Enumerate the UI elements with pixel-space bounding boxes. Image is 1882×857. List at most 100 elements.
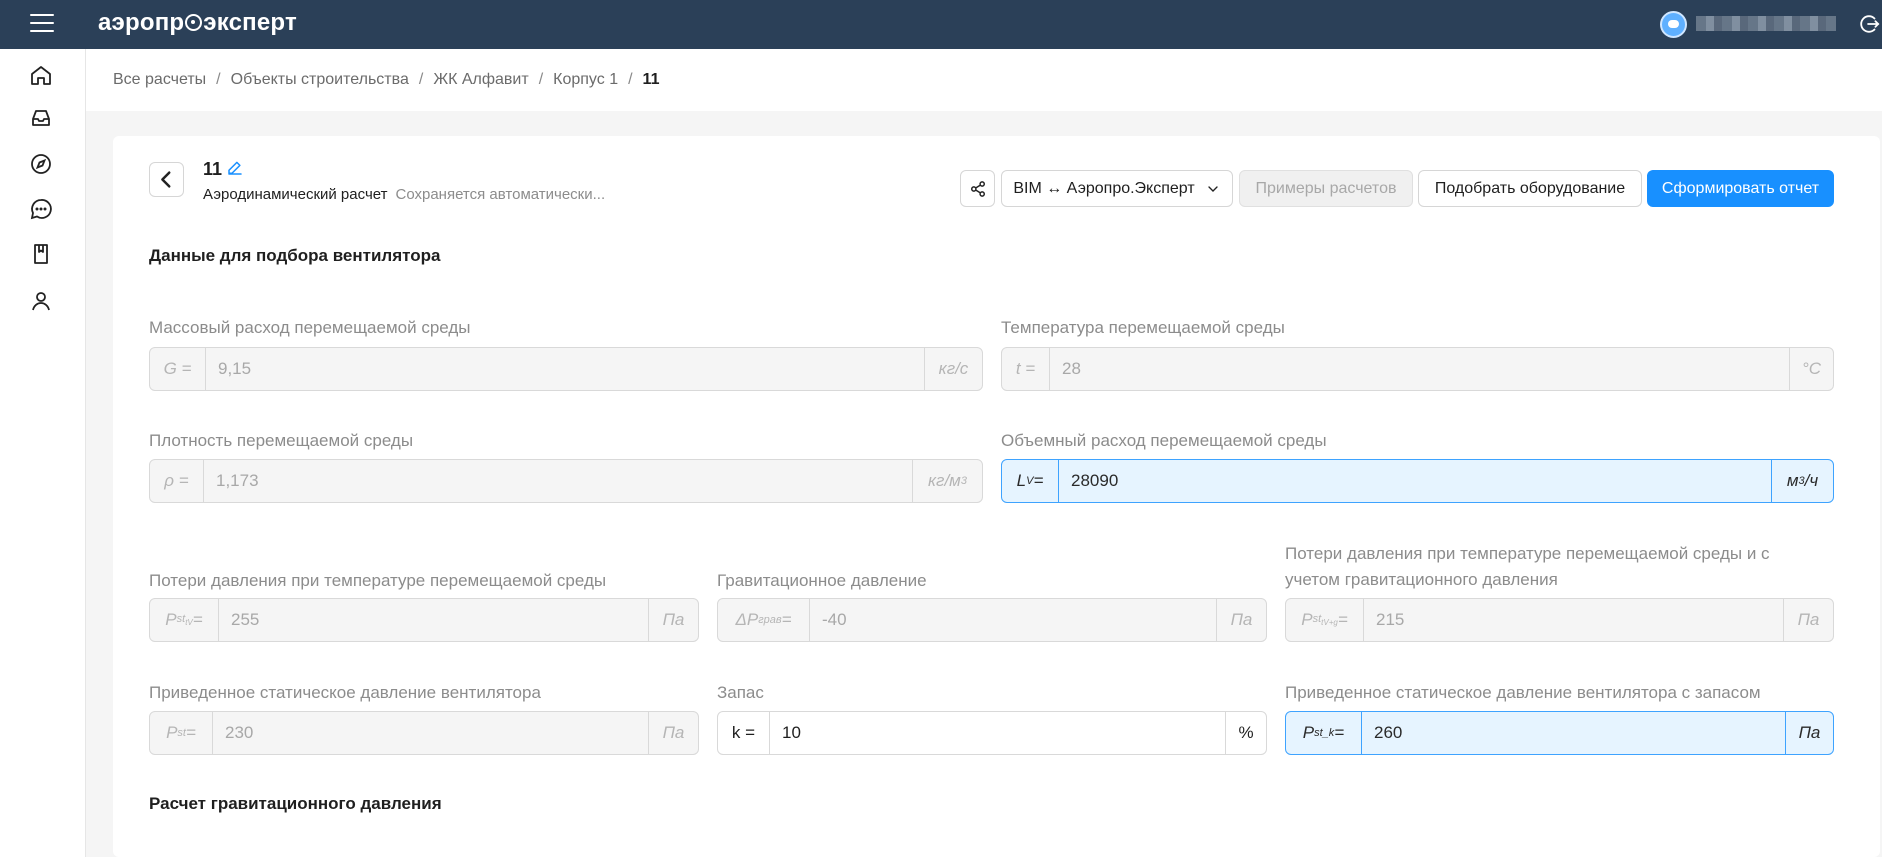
pressure-loss-grav-prefix: PsttV+g = — [1286, 599, 1364, 641]
logo-text-end: эксперт — [203, 9, 297, 36]
reduced-static-prefix-sub: st — [177, 727, 186, 739]
bim-dropdown[interactable]: BIM ↔ Аэропро.Эксперт — [1001, 170, 1233, 207]
pressure-loss-prefix-subsub: tV — [185, 618, 193, 628]
user-name-redacted[interactable] — [1696, 16, 1836, 31]
volume-flow-prefix-eq: = — [1033, 471, 1044, 490]
pressure-loss-grav-prefix-eq: = — [1337, 610, 1348, 629]
breadcrumb-bar: Все расчеты / Объекты строительства / ЖК… — [86, 49, 1882, 111]
sidebar — [0, 49, 86, 857]
pressure-loss-field: PsttV = 255 Па — [149, 598, 699, 642]
grav-pressure-label: Гравитационное давление — [717, 571, 927, 590]
breadcrumb-objects[interactable]: Объекты строительства — [231, 71, 409, 89]
pressure-loss-grav-prefix-sub: sttV+g — [1313, 613, 1338, 627]
temperature-value: 28 — [1062, 359, 1081, 378]
margin-input[interactable]: 10 — [770, 712, 1225, 754]
grav-pressure-value: -40 — [822, 610, 847, 629]
grav-pressure-unit: Па — [1216, 599, 1266, 641]
grav-pressure-prefix: ΔP грав = — [718, 599, 810, 641]
reduced-static-margin-value[interactable]: 260 — [1362, 712, 1785, 754]
reduced-static-field: Pst = 230 Па — [149, 711, 699, 755]
menu-icon[interactable] — [30, 14, 54, 34]
pressure-loss-prefix-eq: = — [192, 610, 203, 629]
reduced-static-margin-label: Приведенное статическое давление вентиля… — [1285, 683, 1761, 702]
app-logo[interactable]: аэропр эксперт — [98, 9, 297, 37]
reduced-static-margin-prefix-eq: = — [1334, 723, 1345, 742]
grav-pressure-prefix-sub: грав — [758, 614, 782, 626]
volume-flow-unit-tail: /ч — [1804, 471, 1819, 490]
breadcrumb-complex[interactable]: ЖК Алфавит — [433, 71, 528, 89]
chevron-down-icon — [1208, 185, 1218, 192]
top-bar: аэропр эксперт — [0, 0, 1882, 49]
density-unit-base: кг/м — [928, 471, 961, 490]
pressure-loss-prefix-sub: sttV — [177, 613, 193, 627]
mass-flow-label: Массовый расход перемещаемой среды — [149, 318, 471, 337]
reduced-static-margin-prefix: Pst_k = — [1286, 712, 1362, 754]
reduced-static-margin-prefix-base: P — [1302, 723, 1315, 742]
pressure-loss-value: 255 — [231, 610, 260, 629]
pressure-loss-grav-label: Потери давления при температуре перемеща… — [1285, 544, 1770, 589]
volume-flow-prefix-sub: V — [1026, 475, 1034, 487]
user-avatar[interactable] — [1660, 11, 1687, 38]
page-title: 11 — [203, 159, 223, 179]
mass-flow-unit: кг/с — [924, 348, 982, 390]
examples-button[interactable]: Примеры расчетов — [1239, 170, 1413, 207]
calc-type: Аэродинамический расчет — [203, 186, 388, 203]
pressure-loss-grav-prefix-subsub: tV+g — [1321, 618, 1338, 628]
reduced-static-margin-prefix-sub: st_k — [1314, 727, 1335, 739]
margin-unit: % — [1225, 712, 1266, 754]
reduced-static-margin-field[interactable]: Pst_k = 260 Па — [1285, 711, 1834, 755]
mass-flow-prefix: G = — [150, 348, 206, 390]
pressure-loss-grav-prefix-sub-text: st — [1312, 612, 1322, 625]
bim-dropdown-label: BIM ↔ Аэропро.Эксперт — [1013, 179, 1195, 197]
volume-flow-field[interactable]: LV = 28090 м 3/ч — [1001, 459, 1834, 503]
back-button[interactable] — [149, 162, 184, 197]
logout-icon[interactable] — [1858, 13, 1880, 35]
grav-pressure-prefix-base: ΔP — [735, 610, 759, 629]
margin-field[interactable]: k = 10 % — [717, 711, 1267, 755]
reduced-static-value: 230 — [225, 723, 254, 742]
inbox-icon[interactable] — [29, 106, 53, 130]
reduced-static-prefix-eq: = — [185, 723, 196, 742]
breadcrumb-building[interactable]: Корпус 1 — [553, 71, 618, 89]
edit-icon[interactable] — [226, 159, 244, 177]
pressure-loss-prefix-base: P — [165, 610, 177, 629]
reduced-static-prefix: Pst = — [150, 712, 213, 754]
density-prefix: ρ = — [150, 460, 204, 502]
pressure-loss-prefix: PsttV = — [150, 599, 219, 641]
grav-pressure-field: ΔP грав = -40 Па — [717, 598, 1267, 642]
compass-icon[interactable] — [29, 152, 53, 176]
margin-label: Запас — [717, 683, 764, 702]
reduced-static-unit: Па — [648, 712, 698, 754]
reduced-static-margin-unit: Па — [1785, 712, 1833, 754]
density-unit: кг/м 3 — [912, 460, 982, 502]
user-icon[interactable] — [29, 289, 53, 313]
volume-flow-value[interactable]: 28090 — [1059, 460, 1771, 502]
temperature-prefix: t = — [1002, 348, 1050, 390]
share-icon — [970, 180, 985, 197]
logo-text-start: аэропр — [98, 9, 185, 36]
select-equipment-button[interactable]: Подобрать оборудование — [1418, 170, 1642, 207]
volume-flow-label: Объемный расход перемещаемой среды — [1001, 431, 1327, 450]
reduced-static-label: Приведенное статическое давление вентиля… — [149, 683, 541, 702]
pressure-loss-grav-value: 215 — [1376, 610, 1405, 629]
volume-flow-prefix-base: L — [1016, 471, 1027, 490]
chat-icon[interactable] — [29, 197, 53, 221]
margin-prefix: k = — [718, 712, 770, 754]
grav-pressure-prefix-eq: = — [781, 610, 792, 629]
pressure-loss-grav-field: PsttV+g = 215 Па — [1285, 598, 1834, 642]
breadcrumb-all-calcs[interactable]: Все расчеты — [113, 71, 206, 89]
mass-flow-value: 9,15 — [218, 359, 252, 378]
pressure-loss-unit: Па — [648, 599, 698, 641]
page-subtitle: Аэродинамический расчет Сохраняется автом… — [203, 186, 605, 203]
section-title-grav-calc: Расчет гравитационного давления — [149, 794, 442, 813]
breadcrumb-separator: / — [628, 71, 633, 88]
logo-mark — [185, 14, 203, 31]
book-icon[interactable] — [29, 242, 53, 266]
breadcrumb: Все расчеты / Объекты строительства / ЖК… — [113, 71, 659, 89]
generate-report-button[interactable]: Сформировать отчет — [1647, 170, 1834, 207]
autosave-status: Сохраняется автоматически... — [395, 186, 606, 203]
home-icon[interactable] — [29, 63, 53, 87]
breadcrumb-current: 11 — [642, 71, 660, 88]
temperature-unit: °C — [1789, 348, 1833, 390]
share-button[interactable] — [960, 170, 995, 207]
